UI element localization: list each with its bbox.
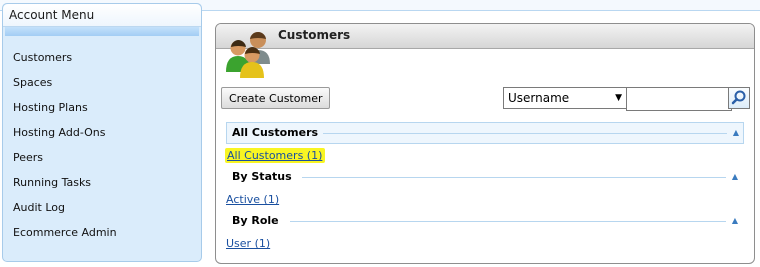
search-field-select[interactable]: Username ▼ [503, 87, 627, 109]
group-title-all-customers: All Customers [232, 126, 319, 139]
dropdown-arrow-icon: ▼ [615, 93, 622, 103]
search-input[interactable] [626, 87, 732, 111]
sidebar-menu: Customers Spaces Hosting Plans Hosting A… [3, 45, 201, 245]
group-divider [290, 221, 726, 222]
sidebar-item-audit-log[interactable]: Audit Log [3, 195, 201, 220]
collapse-caret-icon[interactable]: ▲ [733, 123, 739, 143]
sidebar-item-hosting-plans[interactable]: Hosting Plans [3, 95, 201, 120]
magnifier-icon [731, 90, 746, 105]
link-all-customers[interactable]: All Customers (1) [225, 148, 326, 163]
collapse-caret-icon[interactable]: ▲ [732, 167, 738, 187]
sidebar-item-peers[interactable]: Peers [3, 145, 201, 170]
sidebar-item-ecommerce-admin[interactable]: Ecommerce Admin [3, 220, 201, 245]
search-field-selected: Username [508, 91, 570, 105]
customers-panel: Customers Create Customer Username ▼ All… [215, 23, 755, 264]
search-button[interactable] [728, 87, 750, 109]
sidebar-item-hosting-add-ons[interactable]: Hosting Add-Ons [3, 120, 201, 145]
group-divider [302, 177, 726, 178]
group-header-by-status[interactable]: By Status ▲ [226, 167, 742, 187]
sidebar-item-spaces[interactable]: Spaces [3, 70, 201, 95]
group-header-all-customers[interactable]: All Customers ▲ [226, 122, 744, 144]
group-title-by-role: By Role [232, 214, 279, 227]
create-customer-button[interactable]: Create Customer [221, 87, 331, 109]
customers-group-icon [226, 31, 270, 78]
toolbar: Create Customer Username ▼ [221, 87, 750, 111]
link-user[interactable]: User (1) [226, 237, 270, 250]
sidebar-title: Account Menu [3, 4, 201, 27]
group-divider [323, 133, 727, 134]
page-title: Customers [278, 28, 351, 42]
sidebar-item-running-tasks[interactable]: Running Tasks [3, 170, 201, 195]
collapse-caret-icon[interactable]: ▲ [732, 211, 738, 231]
sidebar-item-customers[interactable]: Customers [3, 45, 201, 70]
group-header-by-role[interactable]: By Role ▲ [226, 211, 742, 231]
account-menu-sidebar: Account Menu Customers Spaces Hosting Pl… [2, 3, 202, 262]
sidebar-header-bar [5, 27, 199, 36]
group-title-by-status: By Status [232, 170, 292, 183]
link-active[interactable]: Active (1) [226, 193, 279, 206]
